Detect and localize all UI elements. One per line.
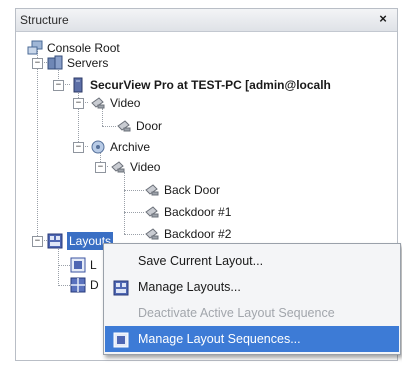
servers-icon [47,55,63,71]
archive-icon [90,139,106,155]
tree-node-label: Servers [67,56,109,70]
tree-node-label: Video [110,96,141,110]
tree-node-label: SecurView Pro at TEST-PC [admin@localh [90,78,331,92]
tree-node-label: Back Door [164,183,221,197]
tree-node-label: Door [136,119,163,133]
close-icon[interactable]: × [375,11,391,27]
tree-node-server[interactable]: SecurView Pro at TEST-PC [admin@localh [70,76,395,94]
tree-node-backdoor-1[interactable]: Backdoor #1 [144,203,294,221]
tree-node-back-door[interactable]: Back Door [144,181,294,199]
collapse-video-icon[interactable]: − [73,98,84,109]
menu-item-label: Manage Layouts... [138,280,241,294]
layout-sequence-icon [70,257,86,273]
menu-item-save-current-layout[interactable]: Save Current Layout... [105,248,399,274]
camera-icon [110,159,126,175]
camera-icon [144,204,160,220]
menu-item-label: Manage Layout Sequences... [138,332,301,346]
tree-node-archive[interactable]: Archive [90,138,240,156]
panel-title-bar: Structure × [16,9,397,32]
server-icon [70,77,86,93]
tree-node-label: L [90,258,97,272]
tree-node-label: Archive [110,140,151,154]
tree-node-label: Backdoor #1 [164,205,232,219]
tree-node-servers[interactable]: Servers [47,54,247,72]
collapse-layouts-icon[interactable]: − [32,236,43,247]
collapse-server-icon[interactable]: − [53,80,64,91]
tree-node-door[interactable]: Door [116,117,236,135]
tree-node-video[interactable]: Video [90,94,240,112]
collapse-archive-video-icon[interactable]: − [95,162,106,173]
tree-node-label: Backdoor #2 [164,227,232,241]
layout-sequence-icon [113,331,129,348]
menu-item-label: Save Current Layout... [138,254,264,268]
menu-item-label: Deactivate Active Layout Sequence [138,306,335,320]
console-root-icon [27,40,43,56]
tree-node-label: D [90,278,99,292]
tree-node-label: Video [130,160,161,174]
tree-node-archive-video[interactable]: Video [110,158,260,176]
camera-icon [116,118,132,134]
collapse-archive-icon[interactable]: − [73,142,84,153]
tree-node-backdoor-2[interactable]: Backdoor #2 [144,225,294,243]
collapse-servers-icon[interactable]: − [32,58,43,69]
camera-icon [144,182,160,198]
context-menu: Save Current Layout... Manage Layouts...… [103,243,401,355]
layout-grid-icon [70,277,86,293]
menu-item-deactivate-layout-sequence[interactable]: Deactivate Active Layout Sequence [105,300,399,326]
camera-icon [90,95,106,111]
layouts-icon [47,233,63,249]
panel-title: Structure [20,13,69,27]
menu-item-manage-layout-sequences[interactable]: Manage Layout Sequences... [105,326,399,352]
menu-item-manage-layouts[interactable]: Manage Layouts... [105,274,399,300]
manage-layouts-icon [113,279,129,296]
